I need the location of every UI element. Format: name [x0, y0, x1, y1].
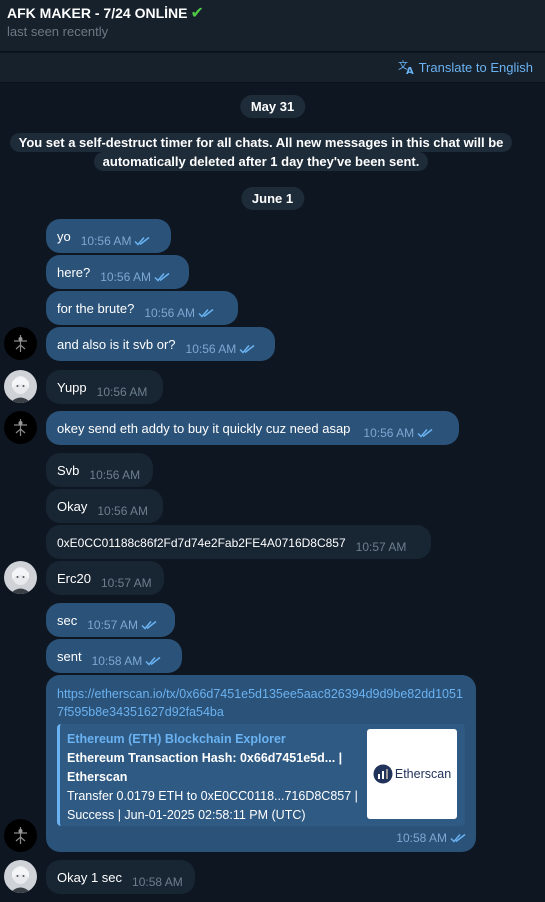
avatar-figure-icon: [14, 419, 27, 436]
message-time-text: 10:56 AM: [363, 426, 415, 440]
avatar-person-icon: [10, 376, 31, 403]
message-time-text: 10:56 AM: [80, 234, 132, 248]
translate-label: Translate to English: [418, 59, 533, 75]
chat-title: AFK MAKER - 7/24 ONLİNE ✔: [7, 3, 204, 23]
message-list[interactable]: May 31 You set a self-destruct timer for…: [0, 84, 545, 902]
message-text: Okay 1 sec: [57, 870, 123, 885]
message-time: 10:56 AM: [97, 504, 149, 518]
message-time-text: 10:56 AM: [100, 270, 151, 284]
message-text: sent: [57, 649, 82, 664]
service-message: You set a self-destruct timer for all ch…: [9, 133, 513, 171]
message-time-text: 10:58 AM: [396, 831, 447, 845]
message-text: for the brute?: [57, 301, 135, 316]
etherscan-wordmark: Etherscan: [394, 767, 452, 781]
message-text: here?: [57, 265, 91, 280]
message-bubble[interactable]: Okay 10:56 AM: [46, 489, 163, 523]
chat-status: last seen recently: [7, 24, 109, 39]
date-separator: May 31: [239, 95, 306, 118]
message-bubble[interactable]: here? 10:56 AM: [46, 255, 189, 289]
double-check-icon: [417, 428, 433, 438]
double-check-icon: [239, 344, 255, 354]
avatar-person-icon: [10, 866, 31, 893]
message-time: 10:58 AM: [92, 654, 162, 668]
double-check-icon: [134, 236, 150, 246]
avatar-dark[interactable]: [4, 819, 37, 852]
message-time: 10:56 AM: [186, 342, 256, 356]
message-time: 10:57 AM: [355, 540, 407, 554]
avatar-light[interactable]: [4, 860, 37, 893]
double-check-icon: [141, 620, 157, 630]
check-icon: ✔: [190, 5, 204, 22]
message-time: 10:56 AM: [363, 426, 433, 440]
message-time: 10:56 AM: [89, 468, 141, 482]
message-text: okey send eth addy to buy it quickly cuz…: [57, 421, 351, 436]
translate-button[interactable]: 文 A Translate to English: [398, 59, 533, 75]
message-time-text: 10:56 AM: [185, 342, 237, 356]
message-time-text: 10:56 AM: [144, 306, 196, 320]
double-check-icon: [154, 272, 170, 282]
message-text: yo: [57, 229, 71, 244]
message-bubble[interactable]: 0xE0CC01188c86f2Fd7d74e2Fab2FE4A0716D8C8…: [46, 525, 431, 559]
message-time: 10:56 AM: [81, 234, 151, 248]
message-bubble[interactable]: sec 10:57 AM: [46, 603, 175, 637]
message-time: 10:56 AM: [144, 306, 214, 320]
message-time: 10:58 AM: [396, 831, 466, 845]
translate-icon: 文 A: [398, 59, 414, 75]
message-bubble[interactable]: yo 10:56 AM: [46, 219, 171, 253]
message-bubble[interactable]: Svb 10:56 AM: [46, 453, 153, 487]
message-text: Yupp: [57, 380, 87, 395]
message-bubble[interactable]: for the brute? 10:56 AM: [46, 291, 238, 325]
link-preview[interactable]: Ethereum (ETH) Blockchain Explorer Ether…: [57, 724, 465, 826]
message-link[interactable]: https://etherscan.io/tx/0x66d7451e5d135e…: [57, 685, 465, 721]
message-bubble[interactable]: Okay 1 sec 10:58 AM: [46, 860, 195, 894]
message-time-text: 10:57 AM: [87, 618, 138, 632]
message-bubble[interactable]: and also is it svb or? 10:56 AM: [46, 327, 275, 361]
chat-title-text: AFK MAKER - 7/24 ONLİNE: [7, 5, 188, 21]
message-time: 10:56 AM: [100, 270, 170, 284]
message-text: Okay: [57, 499, 88, 514]
avatar-figure-icon: [14, 335, 27, 352]
service-message-text: You set a self-destruct timer for all ch…: [9, 133, 513, 171]
message-bubble[interactable]: Erc20 10:57 AM: [46, 561, 164, 595]
message-bubble[interactable]: okey send eth addy to buy it quickly cuz…: [46, 411, 459, 445]
link-preview-thumbnail: Etherscan: [367, 729, 457, 819]
double-check-icon: [145, 656, 161, 666]
message-time: 10:58 AM: [132, 875, 183, 889]
message-time-text: 10:58 AM: [91, 654, 143, 668]
link-preview-title: Ethereum Transaction Hash: 0x66d7451e5d.…: [67, 751, 343, 784]
avatar-person-icon: [10, 567, 31, 594]
avatar-figure-icon: [14, 827, 27, 844]
double-check-icon: [198, 308, 214, 318]
message-time: 10:56 AM: [96, 385, 148, 399]
message-text: Svb: [57, 463, 80, 478]
message-text: and also is it svb or?: [57, 337, 176, 352]
message-time: 10:57 AM: [87, 618, 157, 632]
message-text[interactable]: 0xE0CC01188c86f2Fd7d74e2Fab2FE4A0716D8C8…: [57, 536, 346, 550]
chat-header[interactable]: AFK MAKER - 7/24 ONLİNE ✔ last seen recen…: [0, 0, 545, 52]
double-check-icon: [450, 833, 466, 843]
message-time: 10:57 AM: [100, 576, 152, 590]
message-text: Erc20: [57, 571, 91, 586]
avatar-dark[interactable]: [4, 411, 37, 444]
message-text: sec: [57, 613, 78, 628]
link-preview-description: Transfer 0.0179 ETH to 0xE0CC0118...716D…: [67, 789, 358, 822]
etherscan-logo: Etherscan: [373, 764, 451, 784]
avatar-light[interactable]: [4, 370, 37, 403]
message-bubble[interactable]: Yupp 10:56 AM: [46, 370, 163, 404]
avatar-light[interactable]: [4, 561, 37, 594]
message-bubble[interactable]: sent 10:58 AM: [46, 639, 182, 673]
avatar-dark[interactable]: [4, 327, 37, 360]
translate-bar: 文 A Translate to English: [0, 53, 545, 83]
etherscan-icon: [373, 764, 393, 784]
link-message-bubble[interactable]: https://etherscan.io/tx/0x66d7451e5d135e…: [46, 675, 476, 852]
svg-text:A: A: [406, 66, 414, 75]
date-separator: June 1: [240, 187, 305, 210]
